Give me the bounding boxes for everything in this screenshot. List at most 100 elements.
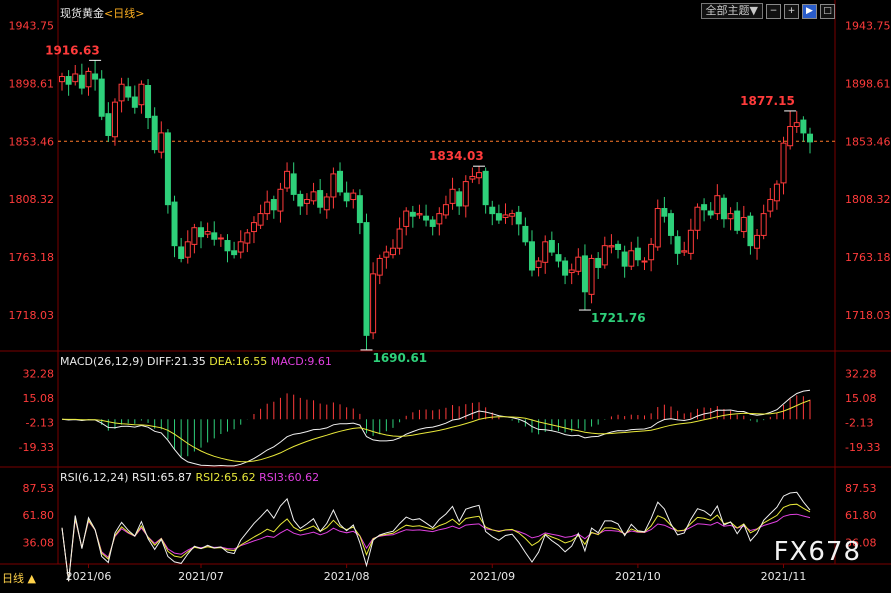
candle-body: [661, 208, 668, 217]
x-tick-0: 2021/06: [66, 570, 112, 583]
y-tick-left-1: 1898.61: [9, 77, 55, 90]
candle-body: [720, 197, 727, 220]
candle-body: [396, 228, 403, 249]
candle-body: [608, 245, 615, 248]
zoom-in-button[interactable]: +: [784, 3, 799, 19]
zoom-out-button[interactable]: −: [766, 3, 781, 19]
macd-tick-right-1: 15.08: [845, 392, 877, 405]
x-tick-4: 2021/10: [615, 570, 661, 583]
y-tick-left-2: 1853.46: [9, 135, 55, 148]
candle-body: [138, 83, 145, 106]
candle-body: [654, 208, 661, 248]
candle-body: [184, 241, 191, 258]
candle-body: [509, 213, 516, 217]
candle-body: [198, 227, 205, 238]
candle-body: [409, 211, 416, 217]
theme-select[interactable]: 全部主题▼: [700, 3, 763, 19]
candle-body: [442, 204, 449, 216]
candle-body: [727, 213, 734, 220]
candle-body: [257, 213, 264, 226]
candle-body: [429, 219, 436, 227]
candle-body: [164, 132, 171, 206]
candle-body: [436, 213, 443, 225]
candle-body: [330, 173, 337, 198]
candle-body: [131, 96, 138, 108]
candle-body: [694, 206, 701, 231]
candle-body: [92, 73, 99, 80]
candle-body: [707, 210, 714, 216]
candle-body: [284, 170, 291, 189]
rsi1-line: [61, 491, 811, 582]
candles: [59, 60, 813, 350]
rsi-tick-right-0: 87.53: [845, 482, 877, 495]
annotation-label-0: 1916.63: [45, 43, 100, 57]
candle-body: [628, 250, 635, 267]
candle-body: [528, 241, 535, 271]
macd-tick-left-3: -19.33: [19, 441, 54, 454]
candle-body: [178, 246, 185, 259]
macd-legend: MACD(26,12,9) DIFF:21.35 DEA:16.55 MACD:…: [60, 355, 332, 368]
macd-tick-right-2: -2.13: [845, 416, 873, 429]
candle-body: [337, 170, 344, 193]
candle-body: [343, 192, 350, 202]
candle-body: [714, 195, 721, 215]
candle-body: [250, 222, 257, 233]
candle-body: [85, 70, 92, 88]
candle-body: [118, 83, 125, 102]
window-button[interactable]: □: [820, 3, 835, 19]
candle-body: [65, 76, 72, 85]
candle-body: [687, 229, 694, 254]
candle-body: [469, 175, 476, 180]
candle-body: [515, 211, 522, 225]
candle-body: [105, 113, 112, 136]
candle-body: [277, 188, 284, 212]
candle-body: [158, 132, 165, 153]
x-tick-2: 2021/08: [324, 570, 370, 583]
gold-chart-svg: 现货黄金<日线> 1943.75 1943.75 1898.61 1898.61 1853…: [0, 0, 891, 583]
candle-body: [773, 183, 780, 202]
rsi2-line: [61, 503, 811, 582]
candle-body: [476, 172, 483, 179]
candle-body: [701, 204, 708, 211]
candle-body: [323, 196, 330, 211]
candle-body: [800, 119, 807, 134]
candle-body: [297, 193, 304, 207]
macd-tick-left-0: 32.28: [23, 367, 55, 380]
candle-body: [217, 237, 224, 240]
candle-body: [423, 215, 430, 221]
candle-body: [403, 210, 410, 227]
candle-body: [489, 206, 496, 215]
candle-body: [231, 250, 238, 256]
candle-body: [370, 273, 377, 334]
annotation-label-1: 1690.61: [372, 351, 427, 365]
candle-body: [449, 188, 456, 204]
candle-body: [303, 199, 310, 204]
y-tick-right-4: 1763.18: [845, 251, 891, 264]
candle-body: [356, 195, 363, 224]
candle-body: [350, 192, 357, 201]
candle-body: [760, 213, 767, 236]
y-tick-right-2: 1853.46: [845, 135, 891, 148]
play-button[interactable]: ▶: [802, 3, 817, 19]
candle-body: [317, 190, 324, 208]
candle-body: [568, 269, 575, 274]
candle-body: [562, 260, 569, 276]
period-switch-button[interactable]: 日线 ▲: [2, 570, 36, 586]
candle-body: [462, 181, 469, 207]
candle-body: [310, 191, 317, 202]
candle-body: [615, 243, 622, 250]
candle-body: [224, 240, 231, 252]
candle-body: [151, 115, 158, 151]
candle-body: [482, 170, 489, 206]
y-tick-right-3: 1808.32: [845, 193, 891, 206]
candle-body: [575, 256, 582, 272]
rsi-tick-left-1: 61.80: [23, 509, 55, 522]
candle-body: [581, 255, 588, 293]
fx678-watermark: FX678: [773, 537, 861, 567]
candle-body: [237, 241, 244, 253]
chart-title: 现货黄金<日线>: [60, 6, 144, 20]
candle-body: [270, 199, 277, 211]
candle-body: [98, 78, 105, 117]
candle-body: [111, 101, 118, 138]
candle-body: [389, 247, 396, 256]
